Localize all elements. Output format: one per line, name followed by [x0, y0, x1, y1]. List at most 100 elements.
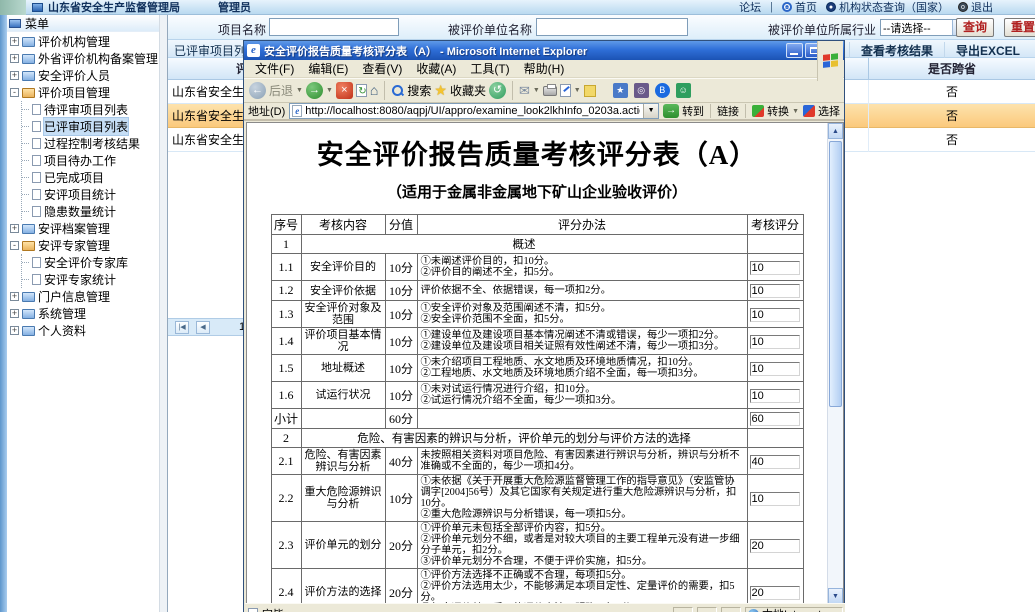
home-button[interactable]: ⌂ [370, 82, 378, 99]
score-input[interactable] [750, 412, 800, 426]
forward-dropdown-icon[interactable]: ▼ [326, 87, 333, 94]
unit-name-input[interactable] [536, 18, 688, 36]
window-title-bar[interactable]: e 安全评价报告质量考核评分表（A） - Microsoft Internet … [244, 41, 844, 60]
industry-select[interactable]: --请选择-- ▼ [880, 19, 968, 36]
sidebar-item[interactable]: +门户信息管理 [7, 288, 159, 305]
score-input[interactable] [750, 389, 800, 403]
sidebar-item[interactable]: +评价机构管理 [7, 33, 159, 50]
scroll-down-icon[interactable]: ▼ [828, 588, 843, 604]
menu-item[interactable]: 工具(T) [463, 60, 516, 77]
menu-item[interactable]: 文件(F) [248, 60, 301, 77]
forward-button[interactable]: → ▼ [306, 82, 333, 99]
prev-page-button[interactable]: ◀ [196, 321, 210, 334]
score-input[interactable] [750, 261, 800, 275]
search-toolbar-button[interactable]: 搜索 [391, 82, 431, 99]
back-button[interactable]: ← 后退 ▼ [249, 82, 303, 99]
sidebar-item[interactable]: 已评审项目列表 [22, 118, 159, 135]
sidebar-scrollbar[interactable] [159, 15, 167, 612]
sidebar-item[interactable]: 安评项目统计 [22, 186, 159, 203]
sidebar-item[interactable]: 已完成项目 [22, 169, 159, 186]
sidebar-item[interactable]: -安评专家管理 [7, 237, 159, 254]
score-input[interactable] [750, 335, 800, 349]
topbar-link-1[interactable]: 论坛 [739, 0, 761, 15]
sidebar-item[interactable]: +个人资料 [7, 322, 159, 339]
tree-expander-icon[interactable]: + [10, 71, 19, 80]
minimize-button[interactable] [786, 43, 803, 58]
score-input[interactable] [750, 308, 800, 322]
score-value: 40分 [385, 448, 417, 475]
sidebar-item[interactable]: +外省评价机构备案管理 [7, 50, 159, 67]
addon-research-icon[interactable]: ◎ [634, 83, 649, 98]
history-button[interactable]: ↺ [489, 82, 506, 99]
score-input[interactable] [750, 586, 800, 600]
edit-dropdown-icon[interactable]: ▼ [574, 87, 581, 94]
content-cell: 重大危险源辨识与分析 [301, 475, 385, 522]
refresh-button[interactable] [356, 84, 367, 97]
grid-action-2[interactable]: 查看考核结果 [849, 42, 944, 59]
convert-button[interactable]: 转换 ▼ [752, 103, 799, 119]
links-label[interactable]: 链接 [717, 103, 739, 119]
sidebar-item[interactable]: 安评专家统计 [22, 271, 159, 288]
select-button[interactable]: 选择 [803, 103, 840, 119]
content-scrollbar[interactable]: ▲ ▼ [827, 123, 843, 604]
address-separator [710, 104, 711, 118]
mail-dropdown-icon[interactable]: ▼ [533, 87, 540, 94]
tree-expander-icon[interactable]: - [10, 88, 19, 97]
score-input[interactable] [750, 539, 800, 553]
row-number: 2.3 [271, 522, 301, 569]
menu-item[interactable]: 编辑(E) [301, 60, 355, 77]
tree-expander-icon[interactable]: + [10, 224, 19, 233]
sidebar-item-label: 过程控制考核结果 [44, 135, 140, 152]
tree-expander-icon[interactable]: + [10, 54, 19, 63]
tree-expander-icon[interactable]: + [10, 326, 19, 335]
grid-action-3[interactable]: 导出EXCEL [944, 42, 1031, 59]
messenger-icon[interactable]: ☺ [676, 83, 691, 98]
addon-favorites-icon[interactable]: ★ [613, 83, 628, 98]
back-dropdown-icon[interactable]: ▼ [296, 87, 303, 94]
edit-button[interactable]: ▼ [560, 84, 581, 97]
sidebar-item[interactable]: 项目待办工作 [22, 152, 159, 169]
convert-dropdown-icon[interactable]: ▼ [792, 108, 799, 115]
sidebar-item[interactable]: +安全评价人员 [7, 67, 159, 84]
address-input[interactable]: e http://localhost:8080/aqpj/UI/appro/ex… [289, 103, 659, 119]
sidebar-item[interactable]: 安全评价专家库 [22, 254, 159, 271]
score-input[interactable] [750, 492, 800, 506]
project-name-input[interactable] [269, 18, 399, 36]
scrollbar-thumb[interactable] [829, 141, 842, 407]
favorites-button[interactable]: ★ 收藏夹 [434, 82, 486, 99]
discuss-button[interactable] [584, 85, 596, 97]
address-dropdown-icon[interactable]: ▼ [643, 104, 658, 118]
search-button[interactable]: 查询 [956, 18, 994, 37]
go-button[interactable]: → 转到 [663, 103, 704, 119]
sidebar-item[interactable]: +系统管理 [7, 305, 159, 322]
bluetooth-icon[interactable]: B [655, 83, 670, 98]
first-page-button[interactable]: |◀ [175, 321, 189, 334]
score-cell [747, 409, 803, 429]
topbar-link-label: 首页 [795, 0, 817, 15]
score-input[interactable] [750, 362, 800, 376]
topbar-link-4[interactable]: o退出 [958, 0, 993, 15]
topbar-link-2[interactable]: ⌂首页 [782, 0, 817, 15]
reset-button[interactable]: 重置 [1004, 18, 1035, 37]
score-input[interactable] [750, 284, 800, 298]
stop-button[interactable]: × [336, 82, 353, 99]
content-cell: 地址概述 [301, 355, 385, 382]
topbar-link-3[interactable]: ●机构状态查询（国家） [826, 0, 949, 15]
print-button[interactable] [543, 86, 557, 96]
tree-expander-icon[interactable]: + [10, 292, 19, 301]
sidebar-item[interactable]: 待评审项目列表 [22, 101, 159, 118]
scroll-up-icon[interactable]: ▲ [828, 123, 843, 139]
sidebar-item[interactable]: -评价项目管理 [7, 84, 159, 101]
sidebar-item[interactable]: 隐患数量统计 [22, 203, 159, 220]
score-input[interactable] [750, 455, 800, 469]
tree-expander-icon[interactable]: + [10, 37, 19, 46]
menu-item[interactable]: 查看(V) [355, 60, 409, 77]
menu-item[interactable]: 帮助(H) [517, 60, 572, 77]
tree-expander-icon[interactable]: + [10, 309, 19, 318]
sidebar-item[interactable]: +安评档案管理 [7, 220, 159, 237]
score-row-2: 2危险、有害因素的辨识与分析，评价单元的划分与评价方法的选择 [271, 429, 803, 448]
menu-item[interactable]: 收藏(A) [409, 60, 463, 77]
sidebar-item[interactable]: 过程控制考核结果 [22, 135, 159, 152]
tree-expander-icon[interactable]: - [10, 241, 19, 250]
mail-button[interactable]: ✉▼ [519, 83, 540, 99]
